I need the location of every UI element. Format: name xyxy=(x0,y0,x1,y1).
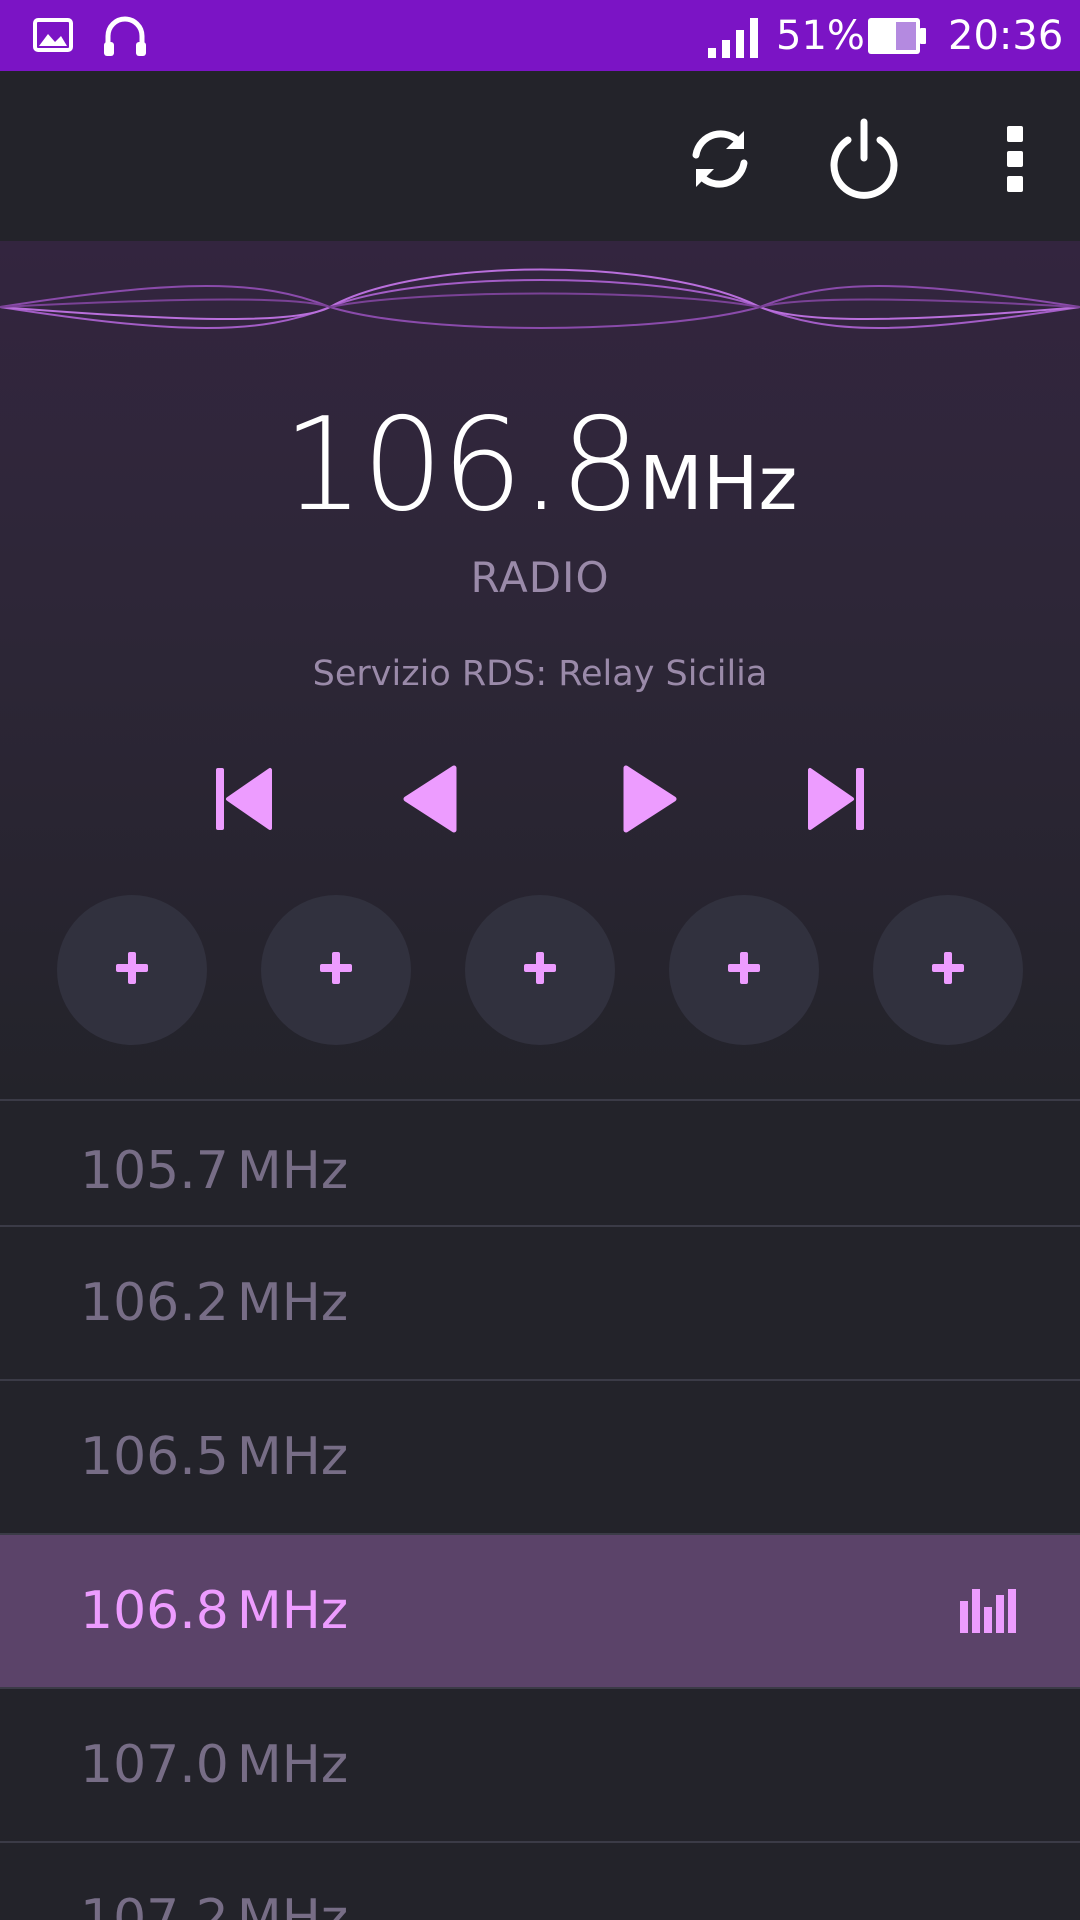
gallery-icon xyxy=(32,12,74,60)
skip-previous-button[interactable] xyxy=(194,751,294,851)
station-frequency: 107.2 MHz xyxy=(80,1889,349,1920)
preset-slot-3[interactable] xyxy=(465,895,615,1045)
signal-icon xyxy=(706,12,762,60)
headphones-icon xyxy=(100,12,150,60)
more-options-button[interactable] xyxy=(966,111,1066,211)
battery-icon xyxy=(866,12,928,60)
add-icon xyxy=(726,950,762,990)
station-frequency: 106.2 MHz xyxy=(80,1273,349,1333)
seek-forward-button[interactable] xyxy=(600,751,700,851)
preset-slot-2[interactable] xyxy=(261,895,411,1045)
rds-text: Servizio RDS: Relay Sicilia xyxy=(312,654,768,694)
skip-next-button[interactable] xyxy=(786,751,886,851)
now-playing-equalizer-icon xyxy=(960,1589,1018,1633)
station-frequency: 106.8 MHz xyxy=(80,1581,349,1641)
station-list: 105.7 MHz 106.2 MHz 106.5 MHz 106.8 MHz 107.… xyxy=(0,1099,1080,1920)
power-icon xyxy=(824,116,904,206)
status-bar: 51% 20:36 xyxy=(0,0,1080,71)
refresh-button[interactable] xyxy=(670,111,770,211)
more-vert-icon xyxy=(1004,124,1028,198)
seek-forward-icon xyxy=(620,764,680,838)
station-row-2[interactable]: 106.2 MHz xyxy=(0,1227,1080,1379)
station-row-6[interactable]: 107.2 MHz xyxy=(0,1843,1080,1920)
refresh-icon xyxy=(682,121,758,201)
seek-back-icon xyxy=(400,764,460,838)
add-icon xyxy=(522,950,558,990)
battery-percent: 51% xyxy=(776,13,865,59)
station-frequency: 106.5 MHz xyxy=(80,1427,349,1487)
preset-slot-1[interactable] xyxy=(57,895,207,1045)
station-row-3[interactable]: 106.5 MHz xyxy=(0,1381,1080,1533)
station-row-4-active[interactable]: 106.8 MHz xyxy=(0,1535,1080,1687)
station-label: RADIO xyxy=(470,553,610,602)
frequency-unit: MHz xyxy=(639,441,798,527)
skip-previous-icon xyxy=(214,766,274,836)
seek-back-button[interactable] xyxy=(380,751,480,851)
current-frequency: 106.8MHz xyxy=(0,391,1080,540)
station-row-5[interactable]: 107.0 MHz xyxy=(0,1689,1080,1841)
skip-next-icon xyxy=(806,766,866,836)
add-icon xyxy=(114,950,150,990)
frequency-value: 106.8 xyxy=(282,391,641,540)
station-frequency: 107.0 MHz xyxy=(80,1735,349,1795)
add-icon xyxy=(318,950,354,990)
preset-slot-5[interactable] xyxy=(873,895,1023,1045)
waveform-decoration xyxy=(0,268,1080,329)
app-toolbar xyxy=(0,71,1080,241)
clock: 20:36 xyxy=(948,13,1064,59)
player-panel: 106.8MHz RADIO Servizio RDS: Relay Sicil… xyxy=(0,241,1080,1099)
power-button[interactable] xyxy=(814,111,914,211)
add-icon xyxy=(930,950,966,990)
preset-slot-4[interactable] xyxy=(669,895,819,1045)
